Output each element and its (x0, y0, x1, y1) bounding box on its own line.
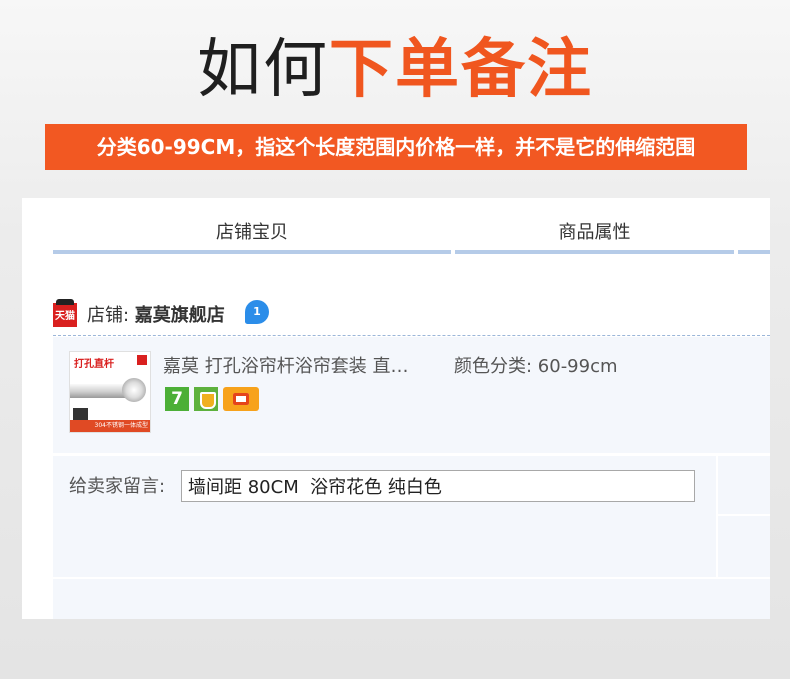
tmall-icon: 天猫 (53, 299, 77, 327)
tab-more[interactable] (738, 216, 770, 254)
shop-row: 天猫 店铺: 嘉莫旗舰店 1 (53, 298, 770, 336)
tab-item-attributes[interactable]: 商品属性 (455, 216, 734, 254)
order-panel: 店铺宝贝 商品属性 天猫 店铺: 嘉莫旗舰店 1 打孔直杆 304不锈钢一体成型… (22, 198, 770, 619)
wangwang-icon[interactable]: 1 (245, 300, 269, 324)
mount-image (122, 378, 146, 402)
shop-name-link[interactable]: 嘉莫旗舰店 (135, 305, 225, 326)
item-title-link[interactable]: 嘉莫 打孔浴帘杆浴帘套装 直杆... (163, 355, 425, 379)
item-row: 打孔直杆 304不锈钢一体成型 嘉莫 打孔浴帘杆浴帘套装 直杆... 7 颜色分… (53, 337, 770, 453)
product-thumbnail[interactable]: 打孔直杆 304不锈钢一体成型 (69, 351, 151, 433)
info-banner: 分类60-99CM，指这个长度范围内价格一样，并不是它的伸缩范围 (45, 124, 747, 170)
bottom-row (53, 579, 770, 619)
headline-part-2: 下单备注 (329, 33, 593, 107)
thumb-strip: 304不锈钢一体成型 (70, 420, 150, 432)
memo-row: 给卖家留言: (53, 456, 770, 577)
seven-day-return-icon[interactable]: 7 (165, 387, 189, 411)
item-attribute: 颜色分类: 60-99cm (454, 356, 618, 377)
memo-divider-horizontal (718, 514, 770, 516)
shield-icon[interactable] (194, 387, 218, 411)
headline-part-1: 如何 (197, 33, 329, 107)
shop-label-prefix: 店铺: (87, 305, 135, 326)
seller-message-input[interactable] (181, 470, 695, 502)
tab-shop-items[interactable]: 店铺宝贝 (53, 216, 451, 254)
thumb-title: 打孔直杆 (74, 359, 114, 370)
card-icon[interactable] (223, 387, 259, 411)
shop-label: 店铺: 嘉莫旗舰店 (87, 303, 225, 329)
memo-label: 给卖家留言: (69, 476, 166, 497)
memo-divider-vertical (716, 456, 718, 577)
thumb-badge-icon (137, 355, 147, 365)
page-headline: 如何下单备注 (0, 28, 790, 112)
column-tabs: 店铺宝贝 商品属性 (53, 216, 770, 254)
